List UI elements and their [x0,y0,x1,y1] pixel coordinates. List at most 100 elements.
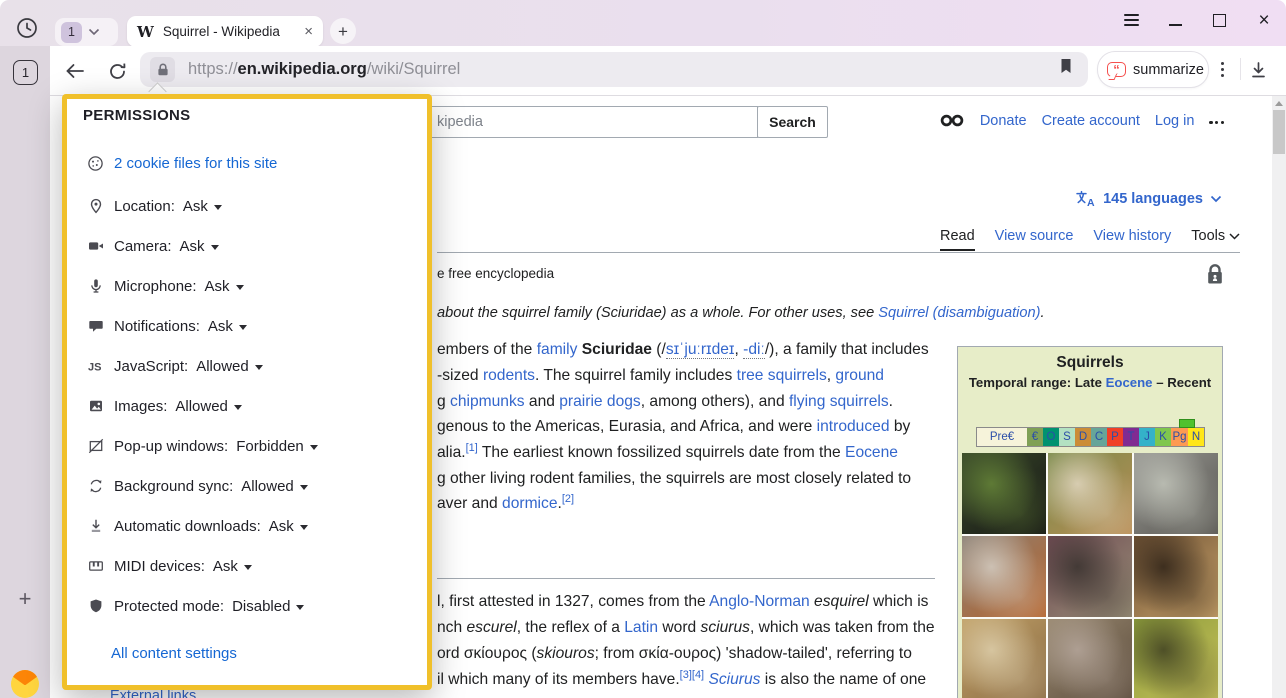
permission-label: Protected mode: [114,598,224,615]
popup-windows-icon [86,438,105,454]
permission-value-dropdown[interactable]: Ask [205,278,244,295]
menu-button[interactable] [1122,11,1140,29]
article-line: embers of the family Sciuridae (/sɪˈjuːr… [437,341,929,359]
donate-link[interactable]: Donate [980,113,1027,129]
timeline-period: Pg [1171,428,1188,446]
maximize-button[interactable] [1210,11,1228,29]
minimize-button[interactable] [1166,11,1184,29]
languages-count: 145 languages [1103,191,1203,207]
tab-view-source[interactable]: View source [995,228,1074,244]
log-in-link[interactable]: Log in [1155,113,1195,129]
permission-value-dropdown[interactable]: Allowed [196,358,263,375]
dropdown-caret-icon [255,365,263,370]
permission-value-dropdown[interactable]: Ask [183,198,222,215]
midi-icon [86,558,105,574]
permission-label: JavaScript: [114,358,188,375]
page-scrollbar[interactable] [1272,96,1286,698]
chevron-down-icon [88,28,100,36]
chipmunk-photo[interactable] [1048,453,1132,534]
tab-view-history[interactable]: View history [1093,228,1171,244]
black-giant-squirrel-photo[interactable] [962,453,1046,534]
browser-tab[interactable]: W Squirrel - Wikipedia × [127,16,323,47]
summarize-menu-icon[interactable] [1218,62,1227,77]
side-rail: 1 + [0,46,50,698]
scrollbar-thumb[interactable] [1273,110,1285,154]
back-button[interactable] [62,58,88,84]
tree-squirrel-photo[interactable] [1134,453,1218,534]
article-line: aver and dormice.[2] [437,495,574,513]
standing-ground-squirrels-photo[interactable] [962,619,1046,698]
close-button[interactable]: × [1255,11,1273,29]
permission-value-dropdown[interactable]: Allowed [241,478,308,495]
tab-group-chip[interactable]: 1 [55,18,118,46]
permission-row: Notifications:Ask [86,314,247,338]
dropdown-caret-icon [244,565,252,570]
rail-add-icon[interactable]: + [0,586,50,612]
rail-tab-count-badge[interactable]: 1 [13,60,38,85]
history-clock-icon[interactable] [13,14,40,41]
svg-text:JS: JS [88,362,101,374]
article-line: ord σκίουρος (skiouros; from σκία-ουρος)… [437,645,912,663]
url-text: https://en.wikipedia.org/wiki/Squirrel [188,60,460,79]
dropdown-caret-icon [236,285,244,290]
tab-tools[interactable]: Tools [1191,228,1240,244]
summarize-pill[interactable]: “ summarize [1097,51,1209,88]
reload-button[interactable] [104,58,130,84]
fox-squirrel-photo[interactable] [962,536,1046,617]
squirrel-photo-grid [962,453,1218,698]
camera-icon [86,238,105,254]
dropdown-caret-icon [211,245,219,250]
create-account-link[interactable]: Create account [1042,113,1140,129]
article-line: alia.[1] The earliest known fossilized s… [437,444,898,462]
infobox-title: Squirrels [958,354,1222,372]
languages-selector[interactable]: A 145 languages [1075,190,1222,207]
chevron-down-icon [1210,195,1222,203]
permission-value-dropdown[interactable]: Ask [208,318,247,335]
tabs-divider [437,252,1240,253]
url-field[interactable]: https://en.wikipedia.org/wiki/Squirrel [140,52,1088,87]
cookie-files-link[interactable]: 2 cookie files for this site [114,155,277,172]
page-protection-lock-icon[interactable] [1206,263,1224,286]
permission-value-dropdown[interactable]: Forbidden [236,438,318,455]
permission-value-dropdown[interactable]: Ask [269,518,308,535]
site-lock-icon[interactable] [150,57,175,82]
bookmark-flag-icon[interactable] [1058,57,1074,75]
glasses-icon[interactable] [940,112,965,129]
yandex-mail-icon[interactable] [11,670,39,698]
permission-value-dropdown[interactable]: Ask [213,558,252,575]
species-infobox: Squirrels Temporal range: Late Eocene – … [957,346,1223,698]
timeline-period: C [1091,428,1107,446]
javascript-icon: JS [86,358,105,374]
tab-close-icon[interactable]: × [304,24,313,39]
permission-value-dropdown[interactable]: Ask [180,238,219,255]
permission-value-dropdown[interactable]: Disabled [232,598,304,615]
timeline-period: T [1123,428,1139,446]
timeline-period: Pre€ [977,428,1027,446]
timeline-period: € [1027,428,1043,446]
wikipedia-favicon: W [137,23,154,41]
cookie-icon [86,155,105,172]
marmots-photo[interactable] [1048,619,1132,698]
wiki-search-button[interactable]: Search [757,106,828,138]
auto-download-icon [86,518,105,534]
wiki-search-input[interactable] [420,106,758,138]
geologic-timeline: Pre€€OSDCPTJKPgN [976,427,1205,447]
permission-label: Microphone: [114,278,197,295]
downloads-button[interactable] [1245,57,1271,83]
more-menu-icon[interactable] [1209,117,1224,124]
permission-value-dropdown[interactable]: Allowed [175,398,242,415]
prairie-dogs-photo[interactable] [1134,619,1218,698]
article-line: -sized rodents. The squirrel family incl… [437,367,884,385]
wiki-header-links: Donate Create account Log in [940,112,1224,129]
permission-row: Location:Ask [86,194,222,218]
permission-row: Images:Allowed [86,394,242,418]
cookie-files-row: 2 cookie files for this site [86,151,277,175]
all-content-settings-link[interactable]: All content settings [111,645,237,662]
uinta-ground-squirrel-photo[interactable] [1134,536,1218,617]
tab-read[interactable]: Read [940,228,975,251]
ground-squirrel-photo[interactable] [1048,536,1132,617]
permission-row: JS JavaScript: Allowed [86,354,263,378]
chevron-down-icon [1229,233,1240,240]
timeline-period: N [1188,428,1204,446]
new-tab-button[interactable]: + [330,18,356,44]
